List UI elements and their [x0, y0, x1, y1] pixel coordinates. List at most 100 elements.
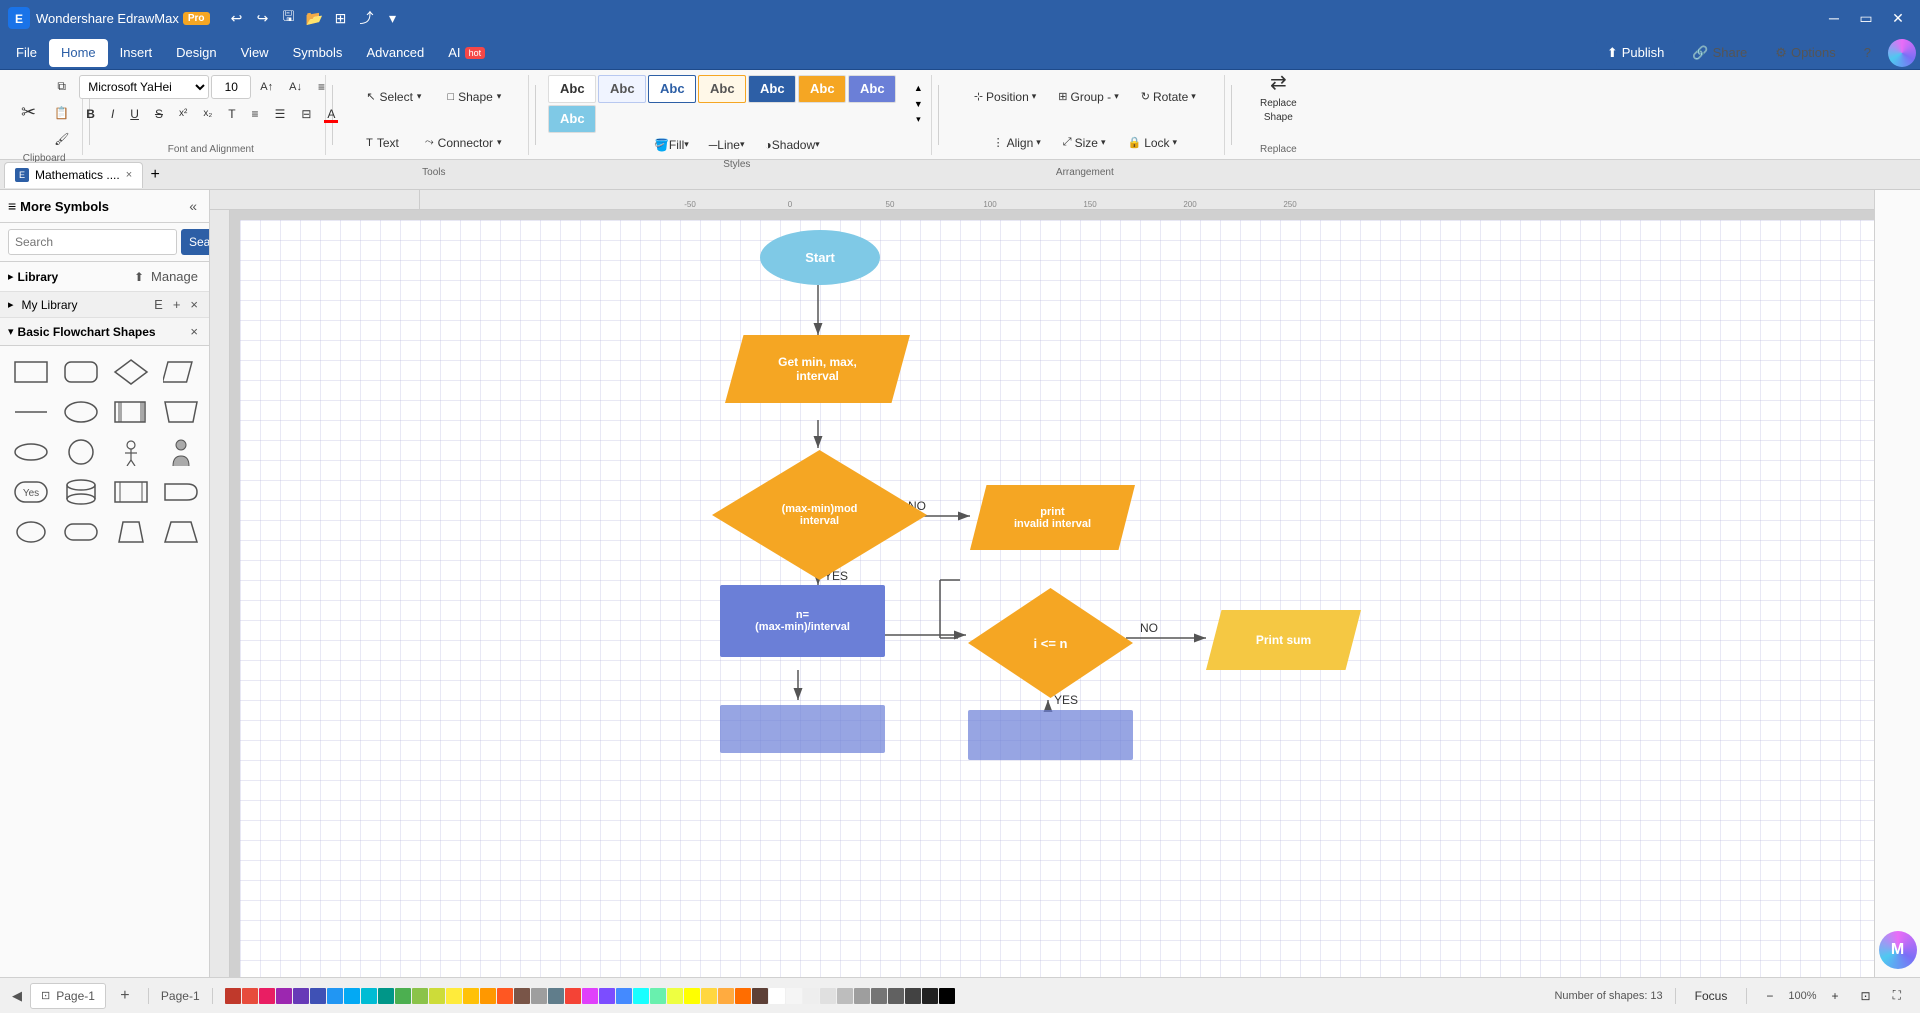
menu-ai[interactable]: AI hot: [436, 39, 497, 67]
font-size-input[interactable]: [211, 75, 251, 99]
underline-btn[interactable]: U: [123, 102, 146, 126]
my-library-export-btn[interactable]: E: [151, 296, 166, 313]
shape-ellipse2[interactable]: [58, 394, 104, 430]
add-page-btn[interactable]: +: [114, 985, 136, 1007]
shape-parallelogram2[interactable]: [158, 354, 204, 390]
account-btn[interactable]: [1888, 39, 1916, 67]
font-family-select[interactable]: Microsoft YaHei: [79, 75, 209, 99]
shape-manual-op[interactable]: [158, 394, 204, 430]
shape-person[interactable]: [108, 434, 154, 470]
menu-advanced[interactable]: Advanced: [354, 39, 436, 67]
color-swatch[interactable]: [837, 988, 853, 1004]
page-nav-left[interactable]: ◀: [12, 988, 22, 1004]
shape-invalid[interactable]: printinvalid interval: [970, 485, 1135, 550]
style-sample-7[interactable]: Abc: [548, 105, 596, 133]
style-sample-2[interactable]: Abc: [648, 75, 696, 103]
select-btn[interactable]: ↖ Select ▾: [355, 75, 432, 119]
line-btn[interactable]: ─ Line ▾: [702, 133, 752, 157]
numbering-btn[interactable]: ☰: [268, 102, 293, 126]
replace-shape-btn[interactable]: ⇄ Replace Shape: [1251, 75, 1306, 119]
shape-process[interactable]: [108, 474, 154, 510]
position-btn[interactable]: ⊹ Position ▾: [965, 75, 1045, 119]
color-swatch[interactable]: [259, 988, 275, 1004]
shape-rounded-rect[interactable]: [58, 354, 104, 390]
color-swatch[interactable]: [429, 988, 445, 1004]
indent-btn[interactable]: ⊟: [294, 102, 318, 126]
color-swatch[interactable]: [701, 988, 717, 1004]
color-swatch[interactable]: [242, 988, 258, 1004]
shape-start[interactable]: Start: [760, 230, 880, 285]
shape-btn[interactable]: □ Shape ▾: [436, 75, 512, 119]
color-swatch[interactable]: [616, 988, 632, 1004]
shape-get-min[interactable]: Get min, max,interval: [725, 335, 910, 403]
color-swatch[interactable]: [446, 988, 462, 1004]
title-save[interactable]: 🖫: [276, 5, 302, 31]
my-library-expand[interactable]: ▸: [8, 298, 14, 311]
page-tab[interactable]: ⊡ Page-1: [30, 983, 106, 1009]
styles-expand[interactable]: ▾: [911, 113, 925, 127]
shape-bottom-rect1[interactable]: [720, 705, 885, 753]
color-swatch[interactable]: [905, 988, 921, 1004]
search-input[interactable]: [8, 229, 177, 255]
color-swatch[interactable]: [803, 988, 819, 1004]
color-swatch[interactable]: [293, 988, 309, 1004]
style-sample-4[interactable]: Abc: [748, 75, 796, 103]
bold-btn[interactable]: B: [79, 102, 102, 126]
color-swatch[interactable]: [735, 988, 751, 1004]
shape-circle[interactable]: [58, 434, 104, 470]
strikethrough-btn[interactable]: S: [148, 102, 170, 126]
color-swatch[interactable]: [752, 988, 768, 1004]
color-swatch[interactable]: [344, 988, 360, 1004]
color-swatch[interactable]: [633, 988, 649, 1004]
color-swatch[interactable]: [378, 988, 394, 1004]
color-swatch[interactable]: [548, 988, 564, 1004]
shape-yes[interactable]: Yes: [8, 474, 54, 510]
ai-avatar[interactable]: M: [1879, 931, 1917, 969]
my-library-close-btn[interactable]: ×: [187, 296, 201, 313]
format-painter-btn[interactable]: 🖌: [47, 127, 76, 151]
copy-btn[interactable]: ⧉: [47, 75, 76, 99]
help-btn[interactable]: ?: [1853, 39, 1882, 67]
styles-scroll-down[interactable]: ▼: [911, 97, 925, 111]
fullscreen-btn[interactable]: ⛶: [1886, 984, 1908, 1008]
style-sample-5[interactable]: Abc: [798, 75, 846, 103]
color-swatch[interactable]: [327, 988, 343, 1004]
font-color-btn[interactable]: A: [320, 102, 342, 126]
panel-collapse-btn[interactable]: «: [185, 196, 201, 216]
color-swatch[interactable]: [514, 988, 530, 1004]
publish-btn[interactable]: ⬆ Publish: [1596, 39, 1676, 67]
fill-btn[interactable]: 🪣 Fill ▾: [647, 133, 696, 157]
color-swatch[interactable]: [599, 988, 615, 1004]
color-swatch[interactable]: [786, 988, 802, 1004]
minimize-btn[interactable]: ─: [1820, 8, 1848, 28]
color-swatch[interactable]: [497, 988, 513, 1004]
title-redo[interactable]: ↪: [250, 5, 276, 31]
shape-n-calc[interactable]: n=(max-min)/interval: [720, 585, 885, 657]
title-open[interactable]: 📂: [302, 5, 328, 31]
paste-btn[interactable]: 📋: [47, 101, 76, 125]
color-swatch[interactable]: [888, 988, 904, 1004]
options-btn[interactable]: ⚙ Options: [1764, 39, 1846, 67]
shape-trapezoid2[interactable]: [158, 514, 204, 550]
zoom-out-btn[interactable]: −: [1759, 984, 1780, 1008]
zoom-in-btn[interactable]: +: [1825, 984, 1846, 1008]
search-button[interactable]: Search: [181, 229, 210, 255]
shape-decision1[interactable]: (max-min)modinterval: [712, 450, 927, 580]
color-swatch[interactable]: [582, 988, 598, 1004]
title-more[interactable]: ▾: [380, 5, 406, 31]
menu-view[interactable]: View: [229, 39, 281, 67]
color-swatch[interactable]: [565, 988, 581, 1004]
shape-cylinder[interactable]: [58, 474, 104, 510]
color-swatch[interactable]: [225, 988, 241, 1004]
increase-font-btn[interactable]: A↑: [253, 75, 280, 99]
color-swatch[interactable]: [650, 988, 666, 1004]
tab-mathematics[interactable]: E Mathematics .... ×: [4, 162, 143, 188]
menu-file[interactable]: File: [4, 39, 49, 67]
color-swatch[interactable]: [412, 988, 428, 1004]
shape-rectangle[interactable]: [8, 354, 54, 390]
style-sample-0[interactable]: Abc: [548, 75, 596, 103]
focus-btn[interactable]: Focus: [1688, 984, 1735, 1008]
title-share[interactable]: ⤴: [354, 5, 380, 31]
shape-diamond2[interactable]: [108, 354, 154, 390]
color-swatch[interactable]: [667, 988, 683, 1004]
